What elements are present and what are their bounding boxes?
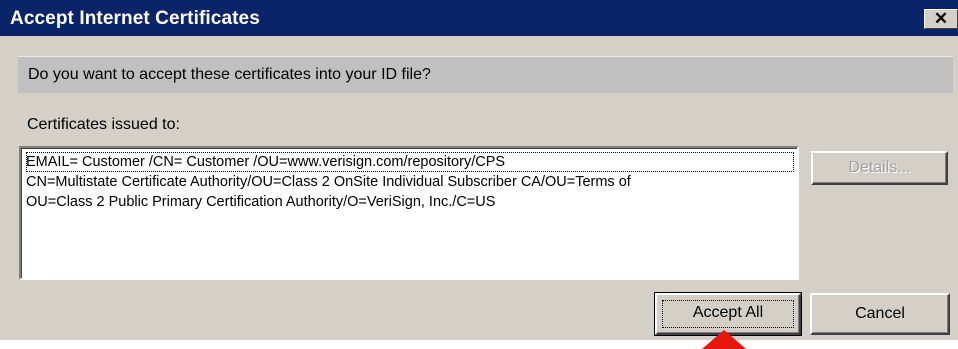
certificate-item[interactable]: EMAIL= Customer /CN= Customer /OU=www.ve… (26, 152, 794, 172)
accept-all-button[interactable]: Accept All (654, 292, 802, 336)
red-arrow-pointer-icon (702, 330, 746, 349)
question-panel: Do you want to accept these certificates… (18, 56, 953, 93)
certificate-item[interactable]: CN=Multistate Certificate Authority/OU=C… (26, 172, 794, 192)
close-icon[interactable]: ✕ (924, 9, 958, 29)
accept-certificates-dialog: Accept Internet Certificates ✕ Do you wa… (0, 0, 958, 340)
details-button[interactable]: Details... (811, 151, 948, 185)
certificate-item[interactable]: OU=Class 2 Public Primary Certification … (26, 192, 794, 212)
window-title: Accept Internet Certificates (10, 8, 260, 29)
cancel-button[interactable]: Cancel (810, 293, 950, 335)
certificates-list[interactable]: EMAIL= Customer /CN= Customer /OU=www.ve… (19, 146, 799, 280)
certificates-issued-label: Certificates issued to: (27, 116, 180, 133)
focus-rectangle (662, 300, 794, 328)
question-text: Do you want to accept these certificates… (28, 66, 431, 83)
title-bar[interactable]: Accept Internet Certificates ✕ (0, 0, 958, 36)
